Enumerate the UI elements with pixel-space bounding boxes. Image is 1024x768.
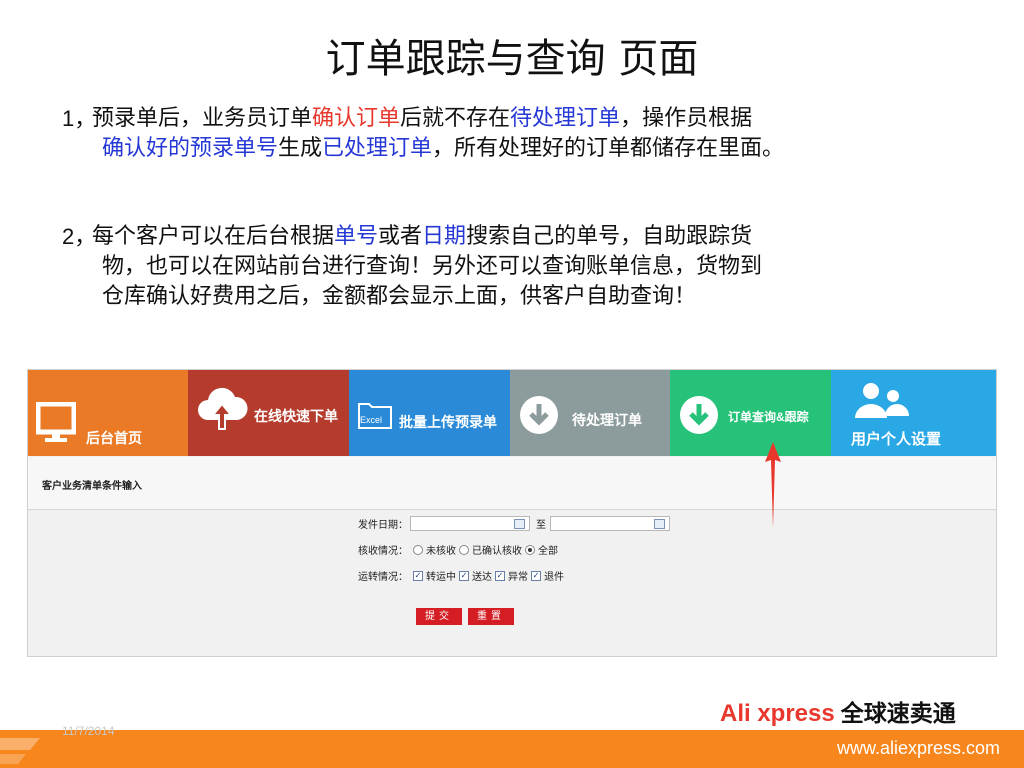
paragraph-2: 2， 每个客户可以在后台根据单号或者日期搜索自己的单号，自助跟踪货 物，也可以在… xyxy=(62,222,982,312)
highlight-date: 日期 xyxy=(422,224,467,249)
users-icon xyxy=(855,383,909,418)
text: 生成 xyxy=(278,136,323,161)
paragraph-1-line-1: 预录单后，业务员订单确认订单后就不存在待处理订单，操作员根据 xyxy=(62,104,982,134)
verify-unverified-radio[interactable] xyxy=(413,544,423,555)
text: 或者 xyxy=(378,224,423,249)
highlight-pending-order: 待处理订单 xyxy=(510,106,621,131)
calendar-icon[interactable] xyxy=(514,519,525,529)
ship-date-to-input[interactable] xyxy=(550,516,670,531)
cloud-upload-icon xyxy=(198,387,248,430)
paragraph-1: 1， 预录单后，业务员订单确认订单后就不存在待处理订单，操作员根据 确认好的预录… xyxy=(62,104,982,164)
paragraph-1-line-2: 确认好的预录单号生成已处理订单，所有处理好的订单都储存在里面。 xyxy=(62,134,982,164)
excel-folder-icon xyxy=(358,403,392,429)
nav-pending-orders[interactable]: 待处理订单 xyxy=(510,370,670,456)
paragraph-2-line-1: 每个客户可以在后台根据单号或者日期搜索自己的单号，自助跟踪货 xyxy=(62,222,982,252)
nav-home-label: 后台首页 xyxy=(86,430,142,446)
highlight-confirm-order: 确认订单 xyxy=(312,106,401,131)
verify-opt3-label: 全部 xyxy=(538,546,558,557)
nav-user-settings-label: 用户个人设置 xyxy=(851,431,942,448)
transit-label: 运转情况： xyxy=(358,572,408,583)
paragraph-2-line-2: 物，也可以在网站前台进行查询！另外还可以查询账单信息，货物到 xyxy=(102,254,763,279)
slide-date: 11/7/2014 xyxy=(62,724,115,738)
search-form: 发件日期： 至 核收情况： 未核收 已确认核收 全部 运转情况： ✓ 转运中 ✓ 送… xyxy=(28,510,996,656)
verify-confirmed-radio[interactable] xyxy=(459,544,469,555)
text: 后就不存在 xyxy=(400,106,511,131)
excel-tag: Excel xyxy=(360,415,383,425)
nav-user-settings[interactable]: 用户个人设置 xyxy=(831,370,996,456)
slide-title: 订单跟踪与查询 页面 xyxy=(325,36,699,82)
verify-opt2-label: 已确认核收 xyxy=(472,546,522,557)
nav-batch-upload[interactable]: Excel 批量上传预录单 xyxy=(349,370,510,456)
text: 每个客户可以在后台根据 xyxy=(92,224,335,249)
transit-delivered-checkbox[interactable]: ✓ xyxy=(459,570,469,581)
nav-online-order-label: 在线快速下单 xyxy=(254,408,338,424)
footer-url: www.aliexpress.com xyxy=(836,738,1000,758)
nav-home[interactable]: 后台首页 xyxy=(28,370,188,456)
transit-opt2-label: 送达 xyxy=(472,572,492,583)
footer-bar: 11/7/2014 www.aliexpress.com xyxy=(0,724,1024,768)
transit-exception-checkbox[interactable]: ✓ xyxy=(495,570,505,581)
nav-order-tracking[interactable]: 订单查询&跟踪 xyxy=(670,370,831,456)
brand-en: Ali xpress xyxy=(720,700,835,727)
ship-date-label: 发件日期： xyxy=(358,520,408,531)
text: ，所有处理好的订单都储存在里面。 xyxy=(432,136,785,161)
to-label: 至 xyxy=(536,520,546,531)
brand-cn: 全球速卖通 xyxy=(840,701,956,727)
nav-pending-orders-label: 待处理订单 xyxy=(572,412,642,428)
paragraph-1-number: 1， xyxy=(62,106,97,131)
paragraph-2-number: 2， xyxy=(62,224,97,249)
verify-label: 核收情况： xyxy=(358,546,408,557)
verify-opt1-label: 未核收 xyxy=(426,546,456,557)
transit-returned-checkbox[interactable]: ✓ xyxy=(531,570,541,581)
section-title: 客户业务清单条件输入 xyxy=(42,481,142,492)
verify-all-radio[interactable] xyxy=(525,544,535,555)
text: 搜索自己的单号，自助跟踪货 xyxy=(466,224,753,249)
nav-batch-upload-label: 批量上传预录单 xyxy=(399,414,497,430)
highlight-order-number: 单号 xyxy=(334,224,379,249)
transit-row: 运转情况： ✓ 转运中 ✓ 送达 ✓ 异常 ✓ 退件 xyxy=(358,568,564,583)
ship-date-row: 发件日期： 至 xyxy=(358,516,676,531)
highlight-confirmed-number: 确认好的预录单号 xyxy=(102,136,279,161)
verify-row: 核收情况： 未核收 已确认核收 全部 xyxy=(358,542,558,557)
embedded-screenshot: 后台首页 在线快速下单 Excel 批量上传预录单 待处理订单 订单查询&跟踪 … xyxy=(27,369,997,657)
transit-opt4-label: 退件 xyxy=(544,572,564,583)
highlight-processed-order: 已处理订单 xyxy=(322,136,433,161)
monitor-icon xyxy=(36,402,76,442)
nav-order-tracking-label: 订单查询&跟踪 xyxy=(728,410,809,424)
reset-button[interactable]: 重置 xyxy=(468,608,514,625)
red-arrow xyxy=(765,442,781,528)
transit-opt3-label: 异常 xyxy=(508,572,528,583)
transit-in-transit-checkbox[interactable]: ✓ xyxy=(413,570,423,581)
transit-opt1-label: 转运中 xyxy=(426,572,456,583)
calendar-icon[interactable] xyxy=(654,519,665,529)
aliexpress-logo: Ali xpress 全球速卖通 xyxy=(720,694,956,728)
text: 预录单后，业务员订单 xyxy=(92,106,313,131)
download-circle-icon xyxy=(680,396,718,434)
nav-bar: 后台首页 在线快速下单 Excel 批量上传预录单 待处理订单 订单查询&跟踪 … xyxy=(28,370,996,456)
section-header: 客户业务清单条件输入 xyxy=(28,457,996,510)
submit-button[interactable]: 提交 xyxy=(416,608,462,625)
nav-online-order[interactable]: 在线快速下单 xyxy=(188,370,349,456)
paragraph-2-line-3: 仓库确认好费用之后，金额都会显示上面，供客户自助查询！ xyxy=(102,284,697,309)
ship-date-from-input[interactable] xyxy=(410,516,530,531)
download-circle-icon xyxy=(520,396,558,434)
text: ，操作员根据 xyxy=(620,106,753,131)
